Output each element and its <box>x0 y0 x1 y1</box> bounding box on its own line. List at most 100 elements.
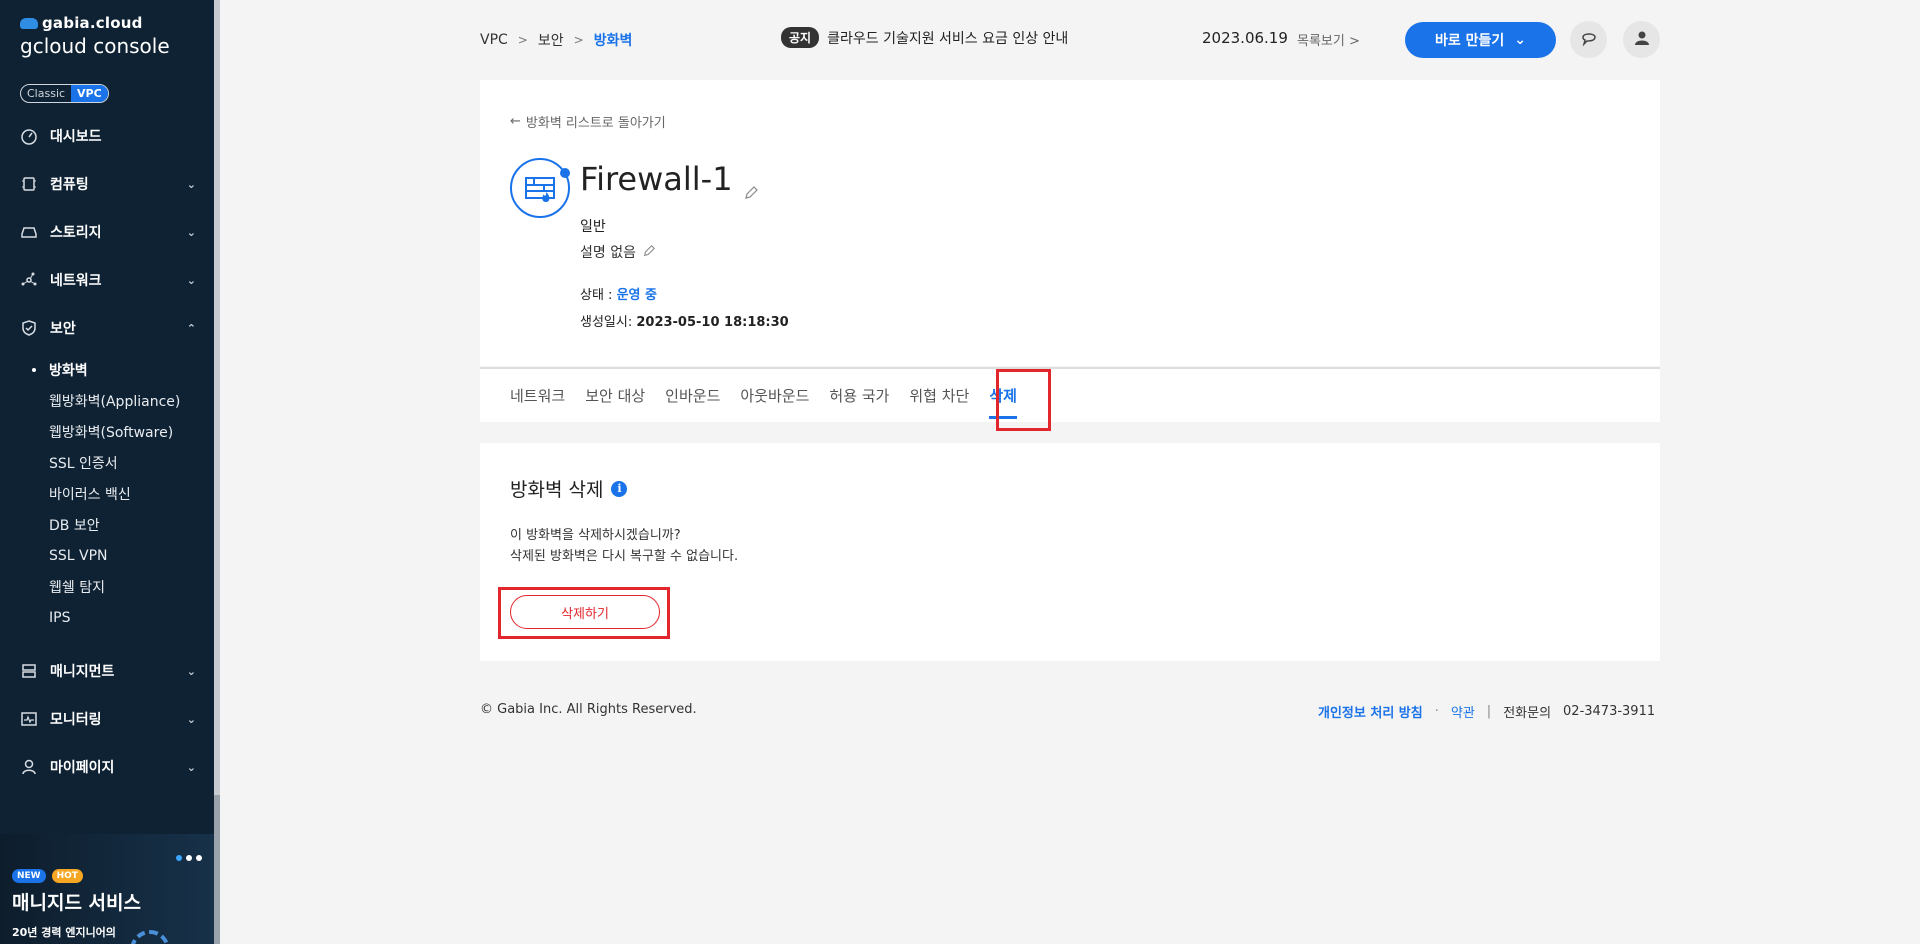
sidebar-item-dashboard[interactable]: 대시보드 <box>0 112 214 160</box>
mode-vpc[interactable]: VPC <box>71 85 108 102</box>
footer-dot-separator: · <box>1434 704 1439 719</box>
notice-date: 2023.06.19 <box>1202 29 1288 47</box>
footer-copyright: © Gabia Inc. All Rights Reserved. <box>480 702 697 717</box>
user-icon <box>1633 29 1651 51</box>
edit-name-icon[interactable] <box>743 171 759 199</box>
tab-allowed-countries[interactable]: 허용 국가 <box>829 385 889 415</box>
delete-line-1: 이 방화벽을 삭제하시겠습니까? <box>510 528 681 543</box>
chat-icon <box>1580 29 1598 51</box>
security-submenu: 방화벽 웹방화벽(Appliance) 웹방화벽(Software) SSL 인… <box>0 352 214 647</box>
breadcrumb-vpc[interactable]: VPC <box>480 32 508 48</box>
promo-subtitle: 20년 경력 엔지니어의 <box>12 926 116 939</box>
monitor-icon <box>20 710 38 728</box>
sidebar-subitem-webshell[interactable]: 웹쉘 탐지 <box>0 571 214 602</box>
chevron-right-icon: > <box>1348 34 1360 49</box>
new-badge: NEW <box>12 869 46 883</box>
edit-description-icon[interactable] <box>642 244 658 260</box>
delete-title-label: 방화벽 삭제 <box>510 479 604 501</box>
sidebar-subitem-ssl-vpn[interactable]: SSL VPN <box>0 540 214 571</box>
chevron-down-icon: ⌄ <box>186 664 196 678</box>
created-value: 2023-05-10 18:18:30 <box>636 315 789 330</box>
tab-network[interactable]: 네트워크 <box>510 385 565 415</box>
brand-main-label: gcloud console <box>20 34 170 58</box>
chevron-up-icon: ⌃ <box>186 321 196 335</box>
sidebar-subitem-antivirus[interactable]: 바이러스 백신 <box>0 478 214 509</box>
chevron-down-icon: ⌄ <box>186 225 196 239</box>
sidebar-item-label: 컴퓨팅 <box>50 177 89 193</box>
notice-banner[interactable]: 공지 클라우드 기술지원 서비스 요금 인상 안내 <box>781 27 1068 48</box>
sidebar-item-management[interactable]: 매니지먼트 ⌄ <box>0 647 214 695</box>
mode-toggle[interactable]: Classic VPC <box>20 84 109 103</box>
firewall-icon <box>510 158 570 218</box>
sidebar-item-label: 보안 <box>50 321 76 337</box>
promo-title: 매니지드 서비스 <box>12 892 141 914</box>
sidebar-item-network[interactable]: 네트워크 ⌄ <box>0 256 214 304</box>
highlight-box-button <box>498 587 670 639</box>
status-value: 운영 중 <box>616 288 657 303</box>
chevron-down-icon: ⌄ <box>186 712 196 726</box>
brand-top-label: gabia.cloud <box>42 14 143 32</box>
info-icon[interactable]: i <box>611 480 628 497</box>
notice-more-link[interactable]: 목록보기 > <box>1297 30 1360 49</box>
tab-threat-block[interactable]: 위협 차단 <box>909 385 969 415</box>
sidebar-item-label: 스토리지 <box>50 225 102 241</box>
sidebar-subitem-ssl-cert[interactable]: SSL 인증서 <box>0 447 214 478</box>
firewall-description: 설명 없음 <box>580 242 658 262</box>
firewall-name-label: Firewall-1 <box>580 160 733 198</box>
chevron-down-icon: ⌄ <box>1514 32 1526 48</box>
back-to-list-label: 방화벽 리스트로 돌아가기 <box>525 116 666 131</box>
sidebar-item-security[interactable]: 보안 ⌃ <box>0 304 214 352</box>
tab-inbound[interactable]: 인바운드 <box>665 385 720 415</box>
network-icon <box>20 271 38 289</box>
chevron-down-icon: ⌄ <box>186 760 196 774</box>
tab-security-target[interactable]: 보안 대상 <box>585 385 645 415</box>
promo-badges: NEW HOT <box>12 869 83 883</box>
brand-logo[interactable]: gabia.cloud gcloud console <box>20 14 170 58</box>
tab-outbound[interactable]: 아웃바운드 <box>740 385 809 415</box>
footer-bar-separator: | <box>1486 704 1492 719</box>
sidebar-item-label: 마이페이지 <box>50 760 115 776</box>
firewall-description-label: 설명 없음 <box>580 245 636 261</box>
status-dot <box>560 168 570 178</box>
sidebar-item-mypage[interactable]: 마이페이지 ⌄ <box>0 743 214 791</box>
breadcrumb: VPC > 보안 > 방화벽 <box>480 30 632 50</box>
sidebar-item-monitoring[interactable]: 모니터링 ⌄ <box>0 695 214 743</box>
sidebar-item-label: 매니지먼트 <box>50 664 115 680</box>
terms-link[interactable]: 약관 <box>1451 702 1475 721</box>
highlight-box-tab <box>996 369 1051 431</box>
shield-icon <box>20 319 38 337</box>
notice-text[interactable]: 클라우드 기술지원 서비스 요금 인상 안내 <box>827 28 1068 48</box>
sidebar-item-label: 네트워크 <box>50 273 102 289</box>
sidebar-subitem-waf-appliance[interactable]: 웹방화벽(Appliance) <box>0 385 214 416</box>
cloud-icon <box>20 17 38 29</box>
feedback-button[interactable] <box>1570 21 1607 58</box>
sidebar-subitem-firewall[interactable]: 방화벽 <box>0 354 214 385</box>
sidebar-item-computing[interactable]: 컴퓨팅 ⌄ <box>0 160 214 208</box>
firewall-detail-card: ← 방화벽 리스트로 돌아가기 Firewall-1 일반 설명 없음 상태 :… <box>480 80 1660 366</box>
chevron-down-icon: ⌄ <box>186 273 196 287</box>
firewall-created: 생성일시: 2023-05-10 18:18:30 <box>580 311 789 330</box>
sidebar-subitem-db-security[interactable]: DB 보안 <box>0 509 214 540</box>
notice-more-label: 목록보기 <box>1297 34 1345 49</box>
sidebar-item-label: 모니터링 <box>50 712 102 728</box>
quick-create-label: 바로 만들기 <box>1434 33 1505 49</box>
promo-pager[interactable] <box>176 855 202 861</box>
phone-label: 전화문의 <box>1503 706 1552 721</box>
notice-tag: 공지 <box>781 27 820 48</box>
detail-tabs: 네트워크 보안 대상 인바운드 아웃바운드 허용 국가 위협 차단 삭제 <box>480 367 1660 422</box>
footer-links: 개인정보 처리 방침 · 약관 | 전화문의 02-3473-3911 <box>1318 702 1655 721</box>
privacy-policy-link[interactable]: 개인정보 처리 방침 <box>1318 702 1423 721</box>
breadcrumb-security[interactable]: 보안 <box>538 30 564 50</box>
quick-create-button[interactable]: 바로 만들기 ⌄ <box>1405 22 1556 58</box>
phone-number: 02-3473-3911 <box>1563 704 1656 719</box>
chevron-down-icon: ⌄ <box>186 177 196 191</box>
sidebar-item-storage[interactable]: 스토리지 ⌄ <box>0 208 214 256</box>
mode-classic[interactable]: Classic <box>21 85 71 102</box>
account-button[interactable] <box>1623 21 1660 58</box>
sidebar-scrollbar-thumb[interactable] <box>214 0 220 795</box>
sidebar-subitem-waf-software[interactable]: 웹방화벽(Software) <box>0 416 214 447</box>
chevron-right-icon: > <box>573 33 584 47</box>
chevron-right-icon: > <box>517 33 528 47</box>
sidebar-subitem-ips[interactable]: IPS <box>0 602 214 633</box>
back-to-list-link[interactable]: ← 방화벽 리스트로 돌아가기 <box>510 112 666 131</box>
